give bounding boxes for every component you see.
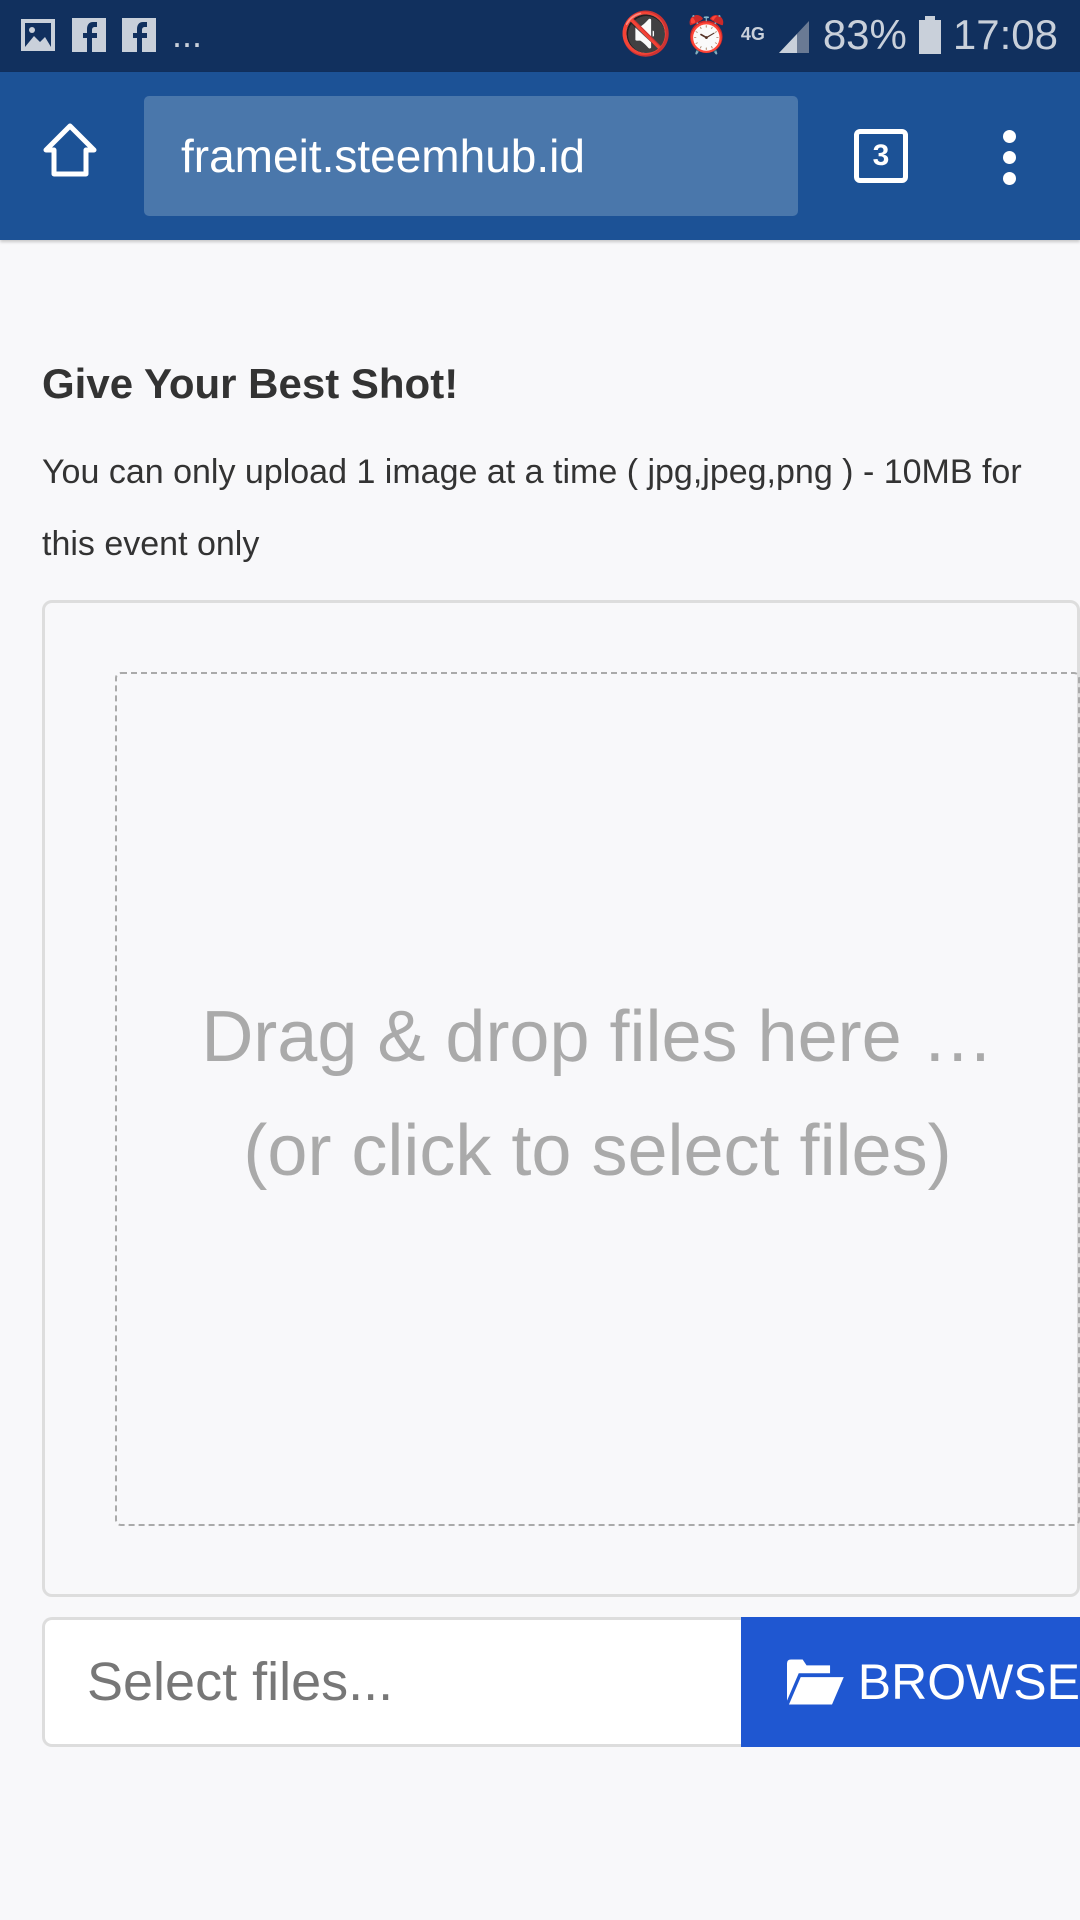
more-menu-icon[interactable]: [996, 130, 1022, 186]
clock: 17:08: [952, 10, 1058, 58]
alarm-icon: ⏰: [683, 13, 729, 55]
upload-instructions: You can only upload 1 image at a time ( …: [42, 453, 1022, 563]
drop-line-1: Drag & drop files here …: [201, 997, 994, 1077]
battery-percent: 83%: [822, 10, 907, 58]
home-icon[interactable]: [42, 122, 98, 178]
file-name-field[interactable]: Select files...: [42, 1617, 742, 1747]
page-title: Give Your Best Shot!: [42, 360, 459, 407]
more-notifications: ...: [172, 14, 203, 55]
browser-toolbar: frameit.steemhub.id 3: [0, 72, 1080, 240]
folder-open-icon: [787, 1659, 844, 1705]
network-type: 4G: [740, 24, 765, 44]
facebook-icon: [72, 18, 106, 52]
status-bar: ... 🔇 ⏰ 4G 83% 17:08: [0, 0, 1080, 72]
tab-switcher-button[interactable]: 3: [854, 129, 908, 183]
drop-zone-text[interactable]: Drag & drop files here … (or click to se…: [115, 980, 1080, 1208]
browse-label: BROWSE: [857, 1654, 1080, 1710]
facebook-icon: [122, 18, 156, 52]
browse-button[interactable]: BROWSE: [741, 1617, 1080, 1747]
battery-icon: [918, 15, 941, 54]
image-icon: [21, 19, 55, 51]
address-bar[interactable]: frameit.steemhub.id: [144, 96, 798, 216]
drop-line-2: (or click to select files): [243, 1111, 952, 1191]
signal-icon: [778, 20, 809, 53]
mute-icon: 🔇: [619, 10, 672, 57]
